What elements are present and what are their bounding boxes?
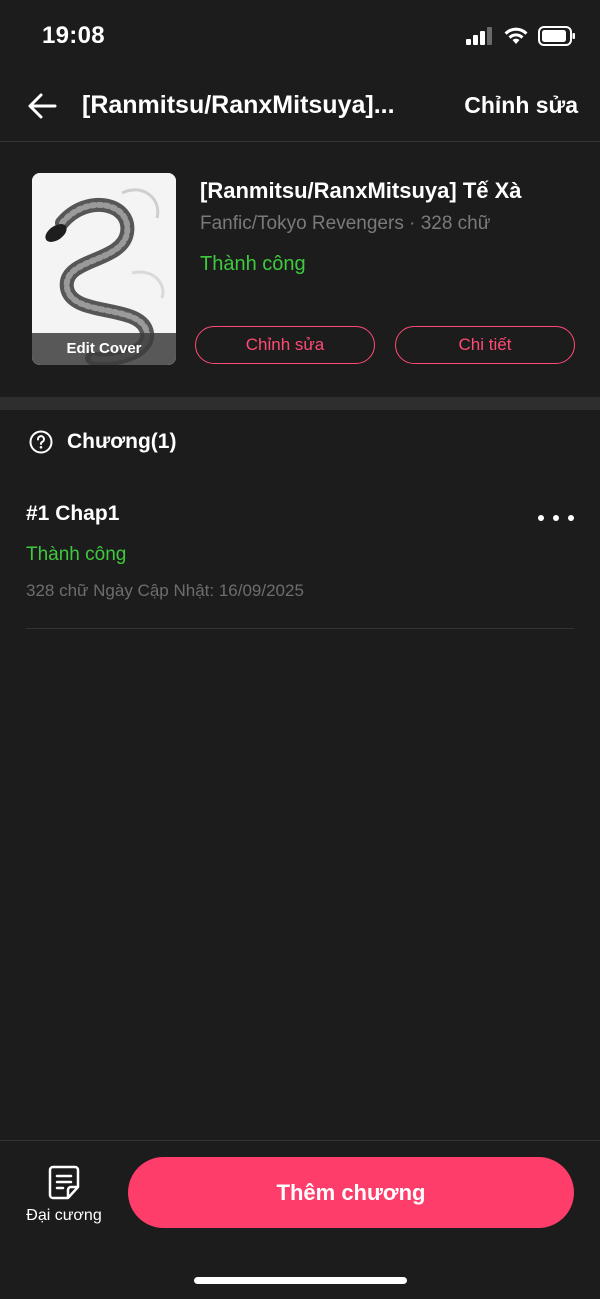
story-title: [Ranmitsu/RanxMitsuya] Tế Xà <box>200 178 522 203</box>
story-header: Edit Cover [Ranmitsu/RanxMitsuya] Tế Xà … <box>0 142 600 397</box>
chapter-status: Thành công <box>26 544 127 565</box>
status-time: 19:08 <box>42 22 105 49</box>
add-chapter-button[interactable]: Thêm chương <box>128 1157 574 1228</box>
bottom-bar: Đại cương Thêm chương <box>0 1140 600 1299</box>
chapter-name: #1 Chap1 <box>26 502 120 525</box>
signal-icon <box>466 27 492 45</box>
help-circle-icon[interactable] <box>29 430 53 454</box>
nav-bar: [Ranmitsu/RanxMitsuya]... Chỉnh sửa <box>0 72 600 142</box>
more-dots-icon[interactable] <box>538 508 574 528</box>
edit-story-link[interactable]: Chỉnh sửa <box>464 92 578 119</box>
back-button[interactable] <box>22 86 62 126</box>
detail-button[interactable]: Chi tiết <box>395 326 575 364</box>
chapters-header: Chương(1) <box>0 410 600 474</box>
back-arrow-icon <box>28 93 57 119</box>
chapters-title: Chương(1) <box>67 430 177 453</box>
section-divider <box>0 397 600 410</box>
wifi-icon <box>504 27 528 44</box>
home-indicator <box>194 1277 407 1284</box>
story-meta: Fanfic/Tokyo Revengers · 328 chữ <box>200 213 491 234</box>
chapter-row[interactable]: #1 Chap1 Thành công 328 chữ Ngày Cập Nhậ… <box>26 490 574 629</box>
edit-cover-label: Edit Cover <box>32 333 176 365</box>
outline-document-icon <box>48 1165 80 1200</box>
battery-icon <box>538 26 575 46</box>
story-status: Thành công <box>200 253 306 275</box>
outline-label: Đại cương <box>26 1207 102 1224</box>
status-bar: 19:08 <box>0 0 600 72</box>
story-cover[interactable]: Edit Cover <box>32 173 176 365</box>
outline-button[interactable]: Đại cương <box>22 1161 106 1231</box>
status-icons <box>466 26 576 46</box>
edit-button[interactable]: Chỉnh sửa <box>195 326 375 364</box>
chapter-meta: 328 chữ Ngày Cập Nhật: 16/09/2025 <box>26 581 304 600</box>
page-title: [Ranmitsu/RanxMitsuya]... <box>82 91 395 119</box>
